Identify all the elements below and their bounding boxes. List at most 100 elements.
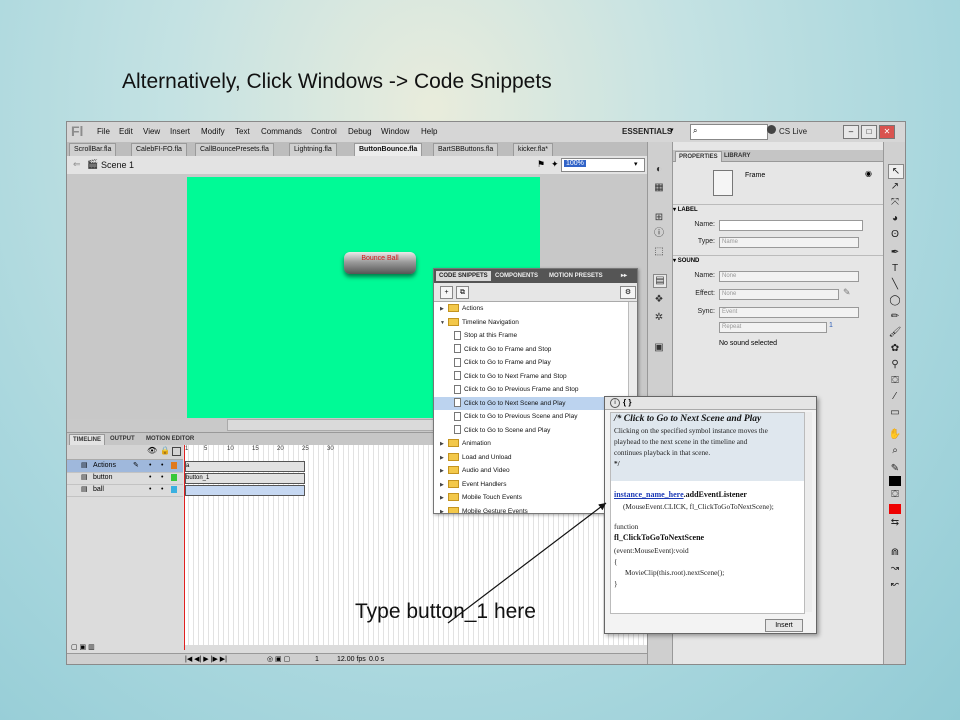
sound-name-select[interactable]: None: [719, 271, 859, 282]
bone-tool-icon[interactable]: ⚲: [888, 358, 902, 371]
actions-frame-span[interactable]: a: [185, 461, 305, 472]
code-scrollbar[interactable]: [804, 412, 812, 612]
tab-code-snippets[interactable]: CODE SNIPPETS: [436, 271, 491, 281]
triangle-right-icon[interactable]: ▶: [440, 465, 448, 479]
doc-tab-scrollbar[interactable]: ScrollBar.fla: [69, 143, 117, 156]
panel-menu-icon[interactable]: ▸▸: [618, 271, 630, 281]
menu-text[interactable]: Text: [235, 127, 250, 136]
instance-name-placeholder[interactable]: instance_name_here: [614, 490, 684, 499]
tab-output[interactable]: OUTPUT: [107, 434, 138, 444]
selection-tool-icon[interactable]: ↖: [888, 164, 904, 179]
layer-row[interactable]: ▤ ball • •: [67, 484, 183, 497]
menu-control[interactable]: Control: [311, 127, 337, 136]
tab-timeline[interactable]: TIMELINE: [69, 434, 105, 445]
tab-properties[interactable]: PROPERTIES: [675, 151, 722, 162]
layer-color-swatch[interactable]: [171, 474, 177, 481]
section-label[interactable]: ▾ LABEL: [673, 204, 884, 215]
code-view-icon[interactable]: { }: [623, 397, 631, 409]
menu-insert[interactable]: Insert: [170, 127, 190, 136]
new-layer-icon[interactable]: ▢ ▣ ▥: [71, 643, 95, 651]
brush-tool-icon[interactable]: 🖌: [888, 326, 902, 339]
doc-tab-calebfi[interactable]: CalebFI-FO.fla: [131, 143, 187, 156]
options-gear-icon[interactable]: ⚙: [620, 286, 636, 299]
outline-icon[interactable]: [172, 447, 181, 456]
button-frame-span[interactable]: button_1: [185, 473, 305, 484]
ball-tween-span[interactable]: [185, 485, 305, 496]
smooth-icon[interactable]: ↝: [888, 562, 902, 575]
cs-live-label[interactable]: CS Live: [779, 127, 807, 136]
actions-panel-icon[interactable]: ▣: [653, 342, 665, 354]
back-arrow-icon[interactable]: ⇐: [73, 159, 81, 170]
triangle-right-icon[interactable]: ▶: [440, 506, 448, 514]
paint-bucket-icon[interactable]: ⛋: [888, 374, 902, 387]
menu-help[interactable]: Help: [421, 127, 437, 136]
motion-presets-icon[interactable]: ✲: [653, 312, 665, 324]
eraser-icon[interactable]: ▭: [888, 406, 902, 419]
transform-icon[interactable]: ⬚: [653, 246, 665, 258]
layer-visible-dot[interactable]: •: [149, 484, 151, 496]
section-sound[interactable]: ▾ SOUND: [673, 255, 884, 266]
subselection-tool-icon[interactable]: ↗: [888, 180, 902, 193]
snippet-item[interactable]: Click to Go to Frame and Play: [434, 356, 628, 370]
stroke-color-swatch[interactable]: [889, 476, 901, 486]
tab-components[interactable]: COMPONENTS: [492, 271, 541, 281]
straighten-icon[interactable]: ↜: [888, 578, 902, 591]
edit-symbol-icon[interactable]: ✦: [551, 159, 559, 170]
frame-name-input[interactable]: [719, 220, 863, 231]
snippet-folder[interactable]: ▶ Animation: [434, 437, 628, 451]
workspace-switcher[interactable]: ESSENTIALS: [622, 127, 672, 136]
copy-to-clipboard-icon[interactable]: ⧉: [456, 286, 469, 299]
doc-tab-kicker[interactable]: kicker.fla*: [513, 143, 553, 156]
snippet-item[interactable]: Click to Go to Frame and Stop: [434, 343, 628, 357]
code-snippets-icon[interactable]: ▤: [653, 274, 667, 288]
snippet-folder[interactable]: ▶ Actions: [434, 302, 628, 316]
menu-debug[interactable]: Debug: [348, 127, 372, 136]
fill-color-icon[interactable]: ⛋: [888, 488, 902, 501]
info-icon[interactable]: i: [610, 398, 620, 408]
eyedropper-icon[interactable]: ⁄: [888, 390, 902, 403]
help-icon[interactable]: ◉: [865, 169, 872, 178]
layer-lock-dot[interactable]: •: [161, 484, 163, 496]
lasso-icon[interactable]: ʘ: [888, 228, 902, 241]
zoom-select[interactable]: 100% ▾: [561, 158, 645, 172]
snippet-folder[interactable]: ▼ Timeline Navigation: [434, 316, 628, 330]
color-panel-icon[interactable]: ◐: [653, 164, 665, 176]
doc-tab-lightning[interactable]: Lightning.fla: [289, 143, 337, 156]
triangle-down-icon[interactable]: ▼: [440, 317, 448, 331]
sync-select[interactable]: Event: [719, 307, 859, 318]
text-tool-icon[interactable]: T: [888, 262, 902, 275]
triangle-right-icon[interactable]: ▶: [440, 438, 448, 452]
tab-motion-editor[interactable]: MOTION EDITOR: [143, 434, 197, 444]
deco-tool-icon[interactable]: ✿: [888, 342, 902, 355]
maximize-button[interactable]: □: [861, 125, 877, 139]
snippet-item[interactable]: Click to Go to Next Frame and Stop: [434, 370, 628, 384]
add-to-frame-icon[interactable]: +: [440, 286, 453, 299]
menu-commands[interactable]: Commands: [261, 127, 302, 136]
snippet-folder[interactable]: ▶ Mobile Gesture Events: [434, 505, 628, 514]
layer-color-swatch[interactable]: [171, 486, 177, 493]
menu-modify[interactable]: Modify: [201, 127, 225, 136]
snippet-folder[interactable]: ▶ Load and Unload: [434, 451, 628, 465]
lock-icon[interactable]: 🔒: [160, 446, 170, 455]
line-tool-icon[interactable]: ╲: [888, 278, 902, 291]
swap-colors-icon[interactable]: ⇆: [888, 516, 902, 529]
tab-library[interactable]: LIBRARY: [721, 151, 753, 161]
insert-button[interactable]: Insert: [765, 619, 803, 632]
cs-live-icon[interactable]: [767, 125, 776, 134]
pen-tool-icon[interactable]: ✒: [888, 246, 902, 259]
help-search-input[interactable]: ⌕: [690, 124, 768, 140]
menu-view[interactable]: View: [143, 127, 160, 136]
layer-lock-dot[interactable]: •: [161, 460, 163, 472]
menu-window[interactable]: Window: [381, 127, 409, 136]
snippet-item[interactable]: Click to Go to Previous Frame and Stop: [434, 383, 628, 397]
info-icon[interactable]: ⓘ: [653, 228, 665, 240]
edit-scene-icon[interactable]: ⚑: [537, 159, 545, 170]
pencil-icon[interactable]: ✎: [843, 287, 851, 298]
repeat-count[interactable]: 1: [829, 322, 833, 329]
doc-tab-buttonbounce[interactable]: ButtonBounce.fla: [354, 143, 423, 156]
rectangle-tool-icon[interactable]: ◯: [888, 294, 902, 307]
playhead[interactable]: [184, 445, 185, 650]
minimize-button[interactable]: –: [843, 125, 859, 139]
fill-color-swatch[interactable]: [889, 504, 901, 514]
hand-tool-icon[interactable]: ✋: [888, 428, 902, 441]
